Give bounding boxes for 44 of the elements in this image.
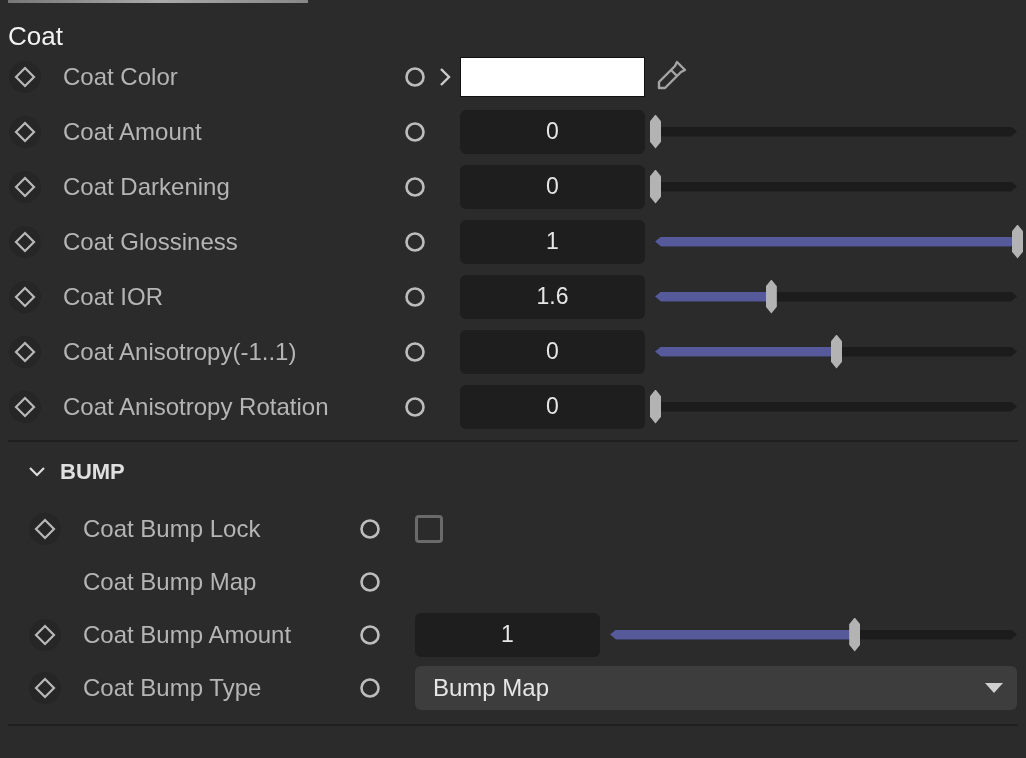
slider-thumb[interactable] <box>849 617 861 652</box>
number-field[interactable]: 0 <box>460 164 645 209</box>
property-label: Coat Color <box>62 62 179 91</box>
property-label: Coat IOR <box>62 282 165 311</box>
property-label: Coat Amount <box>62 117 203 146</box>
section-title: Coat <box>7 20 64 49</box>
property-label: Coat Bump Amount <box>82 620 293 649</box>
property-label: Coat Darkening <box>62 172 231 201</box>
caret-icon <box>985 682 1003 693</box>
circle-icon[interactable] <box>404 175 426 198</box>
circle-icon[interactable] <box>404 395 426 418</box>
circle-icon[interactable] <box>359 517 381 540</box>
number-field[interactable]: 0 <box>460 384 645 429</box>
circle-icon[interactable] <box>404 285 426 308</box>
slider-thumb[interactable] <box>1012 224 1023 259</box>
dropdown[interactable]: Bump Map <box>415 665 1017 710</box>
number-field[interactable]: 0 <box>460 109 645 154</box>
property-label: Coat Bump Type <box>82 673 263 702</box>
property-label: Coat Anisotropy Rotation <box>62 392 330 421</box>
circle-icon[interactable] <box>404 230 426 253</box>
circle-icon[interactable] <box>359 570 381 593</box>
number-field[interactable]: 1 <box>460 219 645 264</box>
slider-thumb[interactable] <box>650 169 661 204</box>
circle-icon[interactable] <box>404 340 426 363</box>
property-label: Coat Glossiness <box>62 227 239 256</box>
circle-icon[interactable] <box>404 120 426 143</box>
checkbox[interactable] <box>415 514 443 543</box>
slider-thumb[interactable] <box>831 334 842 369</box>
circle-icon[interactable] <box>404 65 426 88</box>
property-label: Coat Bump Map <box>82 567 258 596</box>
property-label: Coat Anisotropy(-1..1) <box>62 337 298 366</box>
number-field[interactable]: 0 <box>460 329 645 374</box>
circle-icon[interactable] <box>359 676 381 699</box>
slider-thumb[interactable] <box>650 389 661 424</box>
chevron-right-icon[interactable] <box>439 66 451 87</box>
color-swatch[interactable] <box>460 56 645 97</box>
property-label: Coat Bump Lock <box>82 514 262 543</box>
circle-icon[interactable] <box>359 623 381 646</box>
group-title[interactable]: BUMP <box>60 459 125 485</box>
slider-thumb[interactable] <box>765 279 777 314</box>
number-field[interactable]: 1.6 <box>460 274 645 319</box>
slider-thumb[interactable] <box>650 114 661 149</box>
number-field[interactable]: 1 <box>415 612 600 657</box>
chevron-down-icon[interactable] <box>28 466 46 478</box>
